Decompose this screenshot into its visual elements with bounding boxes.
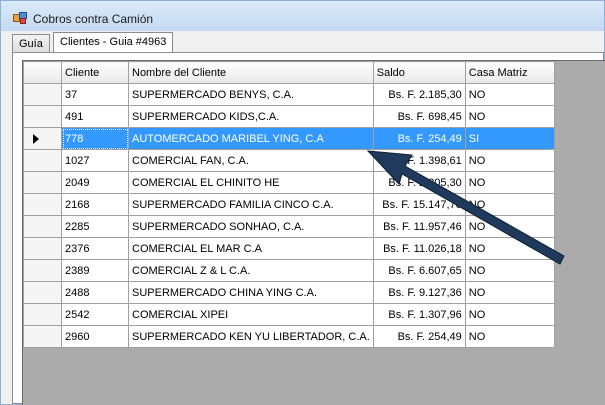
row-header[interactable] <box>23 105 62 128</box>
column-header-casa-matriz[interactable]: Casa Matriz <box>464 61 555 84</box>
cell-cliente[interactable]: 2285 <box>61 215 129 238</box>
row-header[interactable] <box>23 171 62 194</box>
cell-cliente[interactable]: 37 <box>61 83 129 106</box>
main-window: Cobros contra Camión Guía Clientes - Gui… <box>0 0 605 405</box>
cell-saldo[interactable]: Bs. F. 1.398,61 <box>372 149 466 172</box>
cell-nombre[interactable]: SUPERMERCADO FAMILIA CINCO C.A. <box>128 193 374 216</box>
table-row[interactable]: 1027 COMERCIAL FAN, C.A. Bs. F. 1.398,61 NO <box>23 149 555 172</box>
table-row[interactable]: 491 SUPERMERCADO KIDS,C.A. Bs. F. 698,45 NO <box>23 105 555 128</box>
clients-grid[interactable]: Cliente Nombre del Cliente Saldo Casa Ma… <box>22 60 605 405</box>
cell-cliente[interactable]: 491 <box>61 105 129 128</box>
cell-cliente[interactable]: 2049 <box>61 171 129 194</box>
tab-guia[interactable]: Guía <box>12 34 50 53</box>
table-row[interactable]: 2488 SUPERMERCADO CHINA YING C.A. Bs. F. 9… <box>23 281 555 304</box>
table-row[interactable]: 2285 SUPERMERCADO SONHAO, C.A. Bs. F. 11.9… <box>23 215 555 238</box>
row-header[interactable] <box>23 83 62 106</box>
cell-casa-matriz[interactable]: NO <box>464 105 555 128</box>
cell-saldo[interactable]: Bs. F. 2.205,30 <box>372 171 466 194</box>
row-header[interactable] <box>23 127 62 150</box>
table-row[interactable]: 2960 SUPERMERCADO KEN YU LIBERTADOR, C.A.… <box>23 325 555 348</box>
row-header-corner <box>23 61 62 84</box>
cell-nombre[interactable]: SUPERMERCADO SONHAO, C.A. <box>128 215 374 238</box>
app-icon <box>13 12 27 24</box>
row-header[interactable] <box>23 215 62 238</box>
cell-casa-matriz[interactable]: NO <box>464 237 555 260</box>
row-header[interactable] <box>23 325 62 348</box>
cell-nombre[interactable]: COMERCIAL Z & L C.A. <box>128 259 374 282</box>
cell-casa-matriz[interactable]: NO <box>464 259 555 282</box>
cell-cliente[interactable]: 1027 <box>61 149 129 172</box>
cell-cliente[interactable]: 2488 <box>61 281 129 304</box>
cell-saldo[interactable]: Bs. F. 2.185,30 <box>372 83 466 106</box>
cell-saldo[interactable]: Bs. F. 6.607,65 <box>372 259 466 282</box>
cell-saldo[interactable]: Bs. F. 254,49 <box>372 325 466 348</box>
column-header-nombre[interactable]: Nombre del Cliente <box>128 61 374 84</box>
table-row[interactable]: 2168 SUPERMERCADO FAMILIA CINCO C.A. Bs. F… <box>23 193 555 216</box>
window-title: Cobros contra Camión <box>33 12 154 26</box>
cell-cliente[interactable]: 2542 <box>61 303 129 326</box>
tab-clientes[interactable]: Clientes - Guia #4963 <box>53 32 174 53</box>
row-header[interactable] <box>23 259 62 282</box>
cell-saldo[interactable]: Bs. F. 15.147,70 <box>372 193 466 216</box>
cell-casa-matriz[interactable]: SI <box>464 127 555 150</box>
tab-panel-clientes: Cliente Nombre del Cliente Saldo Casa Ma… <box>12 52 605 405</box>
current-row-pointer-icon <box>33 133 39 144</box>
cell-saldo[interactable]: Bs. F. 11.957,46 <box>372 215 466 238</box>
table-row[interactable]: 2389 COMERCIAL Z & L C.A. Bs. F. 6.607,65 N… <box>23 259 555 282</box>
row-header[interactable] <box>23 237 62 260</box>
cell-saldo[interactable]: Bs. F. 9.127,36 <box>372 281 466 304</box>
row-header[interactable] <box>23 303 62 326</box>
cell-nombre[interactable]: COMERCIAL EL CHINITO HE <box>128 171 374 194</box>
column-header-cliente[interactable]: Cliente <box>61 61 129 84</box>
table-row[interactable]: 2049 COMERCIAL EL CHINITO HE Bs. F. 2.205,… <box>23 171 555 194</box>
cell-nombre[interactable]: COMERCIAL FAN, C.A. <box>128 149 374 172</box>
cell-nombre[interactable]: SUPERMERCADO BENYS, C.A. <box>128 83 374 106</box>
column-header-saldo[interactable]: Saldo <box>372 61 466 84</box>
cell-casa-matriz[interactable]: NO <box>464 303 555 326</box>
cell-cliente[interactable]: 2389 <box>61 259 129 282</box>
cell-nombre[interactable]: AUTOMERCADO MARIBEL YING, C.A <box>128 127 374 150</box>
header-row: Cliente Nombre del Cliente Saldo Casa Ma… <box>23 61 555 84</box>
cell-nombre[interactable]: COMERCIAL EL MAR C.A <box>128 237 374 260</box>
table-row[interactable]: 778 AUTOMERCADO MARIBEL YING, C.A Bs. F. 2… <box>23 127 555 150</box>
cell-nombre[interactable]: COMERCIAL XIPEI <box>128 303 374 326</box>
cell-casa-matriz[interactable]: NO <box>464 215 555 238</box>
cell-cliente[interactable]: 2376 <box>61 237 129 260</box>
cell-nombre[interactable]: SUPERMERCADO CHINA YING C.A. <box>128 281 374 304</box>
cell-saldo[interactable]: Bs. F. 698,45 <box>372 105 466 128</box>
cell-saldo[interactable]: Bs. F. 254,49 <box>372 127 466 150</box>
cell-cliente[interactable]: 2960 <box>61 325 129 348</box>
cell-casa-matriz[interactable]: NO <box>464 83 555 106</box>
title-bar[interactable]: Cobros contra Camión <box>1 1 604 31</box>
table-row[interactable]: 2542 COMERCIAL XIPEI Bs. F. 1.307,96 NO <box>23 303 555 326</box>
cell-casa-matriz[interactable]: NO <box>464 281 555 304</box>
cell-nombre[interactable]: SUPERMERCADO KEN YU LIBERTADOR, C.A. <box>128 325 374 348</box>
cell-casa-matriz[interactable]: NO <box>464 171 555 194</box>
cell-nombre[interactable]: SUPERMERCADO KIDS,C.A. <box>128 105 374 128</box>
cell-cliente[interactable]: 778 <box>61 127 129 150</box>
cell-saldo[interactable]: Bs. F. 1.307,96 <box>372 303 466 326</box>
row-header[interactable] <box>23 193 62 216</box>
tab-strip: Guía Clientes - Guia #4963 <box>1 31 604 53</box>
grid-body: 37 SUPERMERCADO BENYS, C.A. Bs. F. 2.185,3… <box>23 83 555 348</box>
table-row[interactable]: 37 SUPERMERCADO BENYS, C.A. Bs. F. 2.185,3… <box>23 83 555 106</box>
cell-casa-matriz[interactable]: NO <box>464 149 555 172</box>
cell-casa-matriz[interactable]: NO <box>464 193 555 216</box>
table-row[interactable]: 2376 COMERCIAL EL MAR C.A Bs. F. 11.026,18… <box>23 237 555 260</box>
row-header[interactable] <box>23 281 62 304</box>
clients-table: Cliente Nombre del Cliente Saldo Casa Ma… <box>23 61 555 348</box>
cell-cliente[interactable]: 2168 <box>61 193 129 216</box>
cell-casa-matriz[interactable]: NO <box>464 325 555 348</box>
cell-saldo[interactable]: Bs. F. 11.026,18 <box>372 237 466 260</box>
row-header[interactable] <box>23 149 62 172</box>
